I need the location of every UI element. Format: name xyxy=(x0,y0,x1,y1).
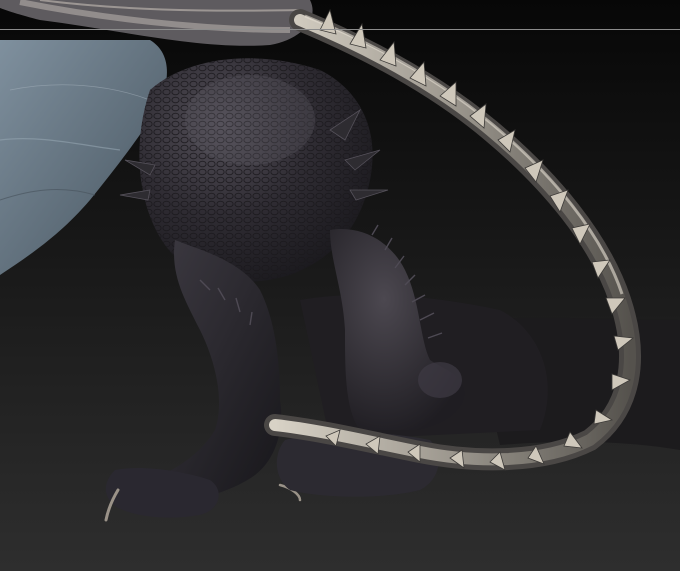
sculpted-creature-model[interactable] xyxy=(0,0,680,571)
sculpt-viewport[interactable] xyxy=(0,0,680,571)
back-ridge xyxy=(0,0,313,46)
viewport-guide-line xyxy=(0,29,680,30)
